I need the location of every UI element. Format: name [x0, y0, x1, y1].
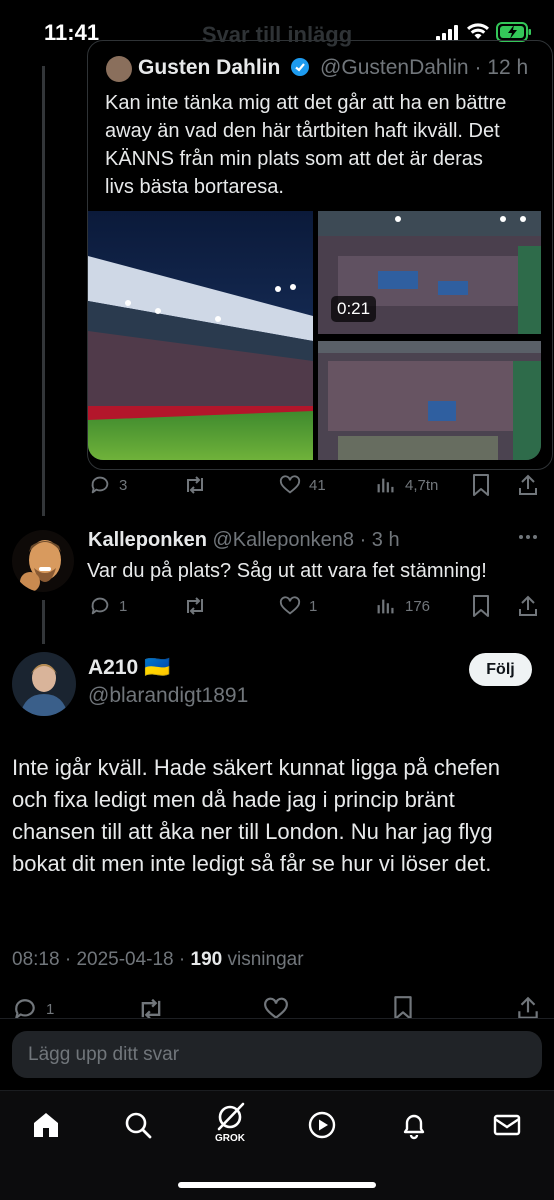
views-icon — [375, 474, 397, 496]
share-icon[interactable] — [517, 594, 539, 618]
like-count: 1 — [309, 597, 318, 615]
post-date: 2025-04-18 — [76, 949, 174, 970]
notifications-icon[interactable] — [394, 1105, 434, 1145]
signal-icon — [436, 25, 458, 41]
reply-count: 1 — [46, 1000, 55, 1018]
reply-action[interactable]: 1 — [89, 595, 127, 617]
main-author-avatar[interactable] — [12, 652, 76, 716]
grok-label: GROK — [215, 1133, 245, 1144]
main-author-header: A210 🇺🇦 — [88, 656, 170, 680]
messages-icon[interactable] — [487, 1105, 527, 1145]
media-stadium-photo[interactable] — [88, 211, 313, 460]
status-time: 11:41 — [44, 20, 100, 45]
views-count: 4,7tn — [405, 476, 439, 494]
retweet-action[interactable] — [183, 595, 215, 617]
home-icon[interactable] — [26, 1105, 66, 1145]
grok-nav-item[interactable]: GROK — [210, 1098, 250, 1148]
reply-text: Var du på plats? Såg ut att vara fet stä… — [87, 560, 487, 582]
thread-line — [42, 600, 45, 644]
main-post-text: Inte igår kväll. Hade säkert kunnat ligg… — [12, 755, 500, 876]
reply-action[interactable]: 3 — [89, 474, 127, 496]
retweet-action[interactable] — [183, 474, 215, 496]
grok-icon — [213, 1102, 247, 1132]
views-count: 176 — [405, 597, 431, 615]
main-author-name[interactable]: A210 — [88, 656, 138, 679]
bookmark-icon[interactable] — [470, 473, 492, 497]
follow-button[interactable]: Följ — [469, 653, 532, 686]
like-count: 41 — [309, 476, 326, 494]
reply-count: 1 — [119, 597, 128, 615]
video-icon[interactable] — [302, 1105, 342, 1145]
reply-author-avatar[interactable] — [12, 530, 74, 592]
views-action[interactable]: 176 — [375, 595, 430, 617]
heart-icon — [279, 474, 301, 496]
bookmark-icon[interactable] — [470, 594, 492, 618]
reply-handle[interactable]: @Kalleponken8 — [212, 529, 354, 551]
reply-icon — [89, 474, 111, 496]
reply-time: 3 h — [371, 529, 400, 551]
home-indicator — [178, 1182, 376, 1188]
quoted-handle[interactable]: @GustenDahlin — [320, 56, 469, 79]
main-author-handle[interactable]: @blarandigt1891 — [88, 684, 248, 708]
wifi-icon — [466, 22, 490, 40]
video-duration: 0:21 — [331, 296, 377, 322]
reply-icon — [89, 595, 111, 617]
media-crowd-photo[interactable] — [318, 341, 541, 460]
search-icon[interactable] — [118, 1105, 158, 1145]
views-action[interactable]: 4,7tn — [375, 474, 438, 496]
post-views-label: visningar — [227, 949, 304, 970]
quoted-time: 12 h — [487, 56, 529, 79]
post-meta: 08:18 · 2025-04-18 · 190 visningar — [12, 949, 304, 970]
reply-header: Kalleponken @Kalleponken8 · 3 h — [88, 529, 400, 551]
reply-count: 3 — [119, 476, 128, 494]
more-options-icon[interactable] — [518, 530, 538, 544]
verified-badge-icon — [290, 57, 310, 77]
reply-author-name[interactable]: Kalleponken — [88, 529, 207, 551]
retweet-icon — [183, 595, 207, 617]
battery-charging-icon — [496, 22, 532, 42]
reply-input[interactable]: Lägg upp ditt svar — [12, 1031, 542, 1078]
post-time: 08:18 — [12, 949, 60, 970]
flag-icon: 🇺🇦 — [144, 656, 171, 679]
thread-line — [42, 66, 45, 516]
like-action[interactable]: 1 — [279, 595, 317, 617]
quoted-tweet-header: Gusten Dahlin @GustenDahlin · 12 h — [138, 56, 529, 79]
quoted-author-name[interactable]: Gusten Dahlin — [138, 56, 280, 79]
views-icon — [375, 595, 397, 617]
quoted-tweet-text: Kan inte tänka mig att det går att ha en… — [105, 92, 507, 198]
like-action[interactable]: 41 — [279, 474, 326, 496]
retweet-icon — [183, 474, 207, 496]
heart-icon — [279, 595, 301, 617]
post-views-count: 190 — [190, 949, 223, 970]
share-icon[interactable] — [517, 473, 539, 497]
